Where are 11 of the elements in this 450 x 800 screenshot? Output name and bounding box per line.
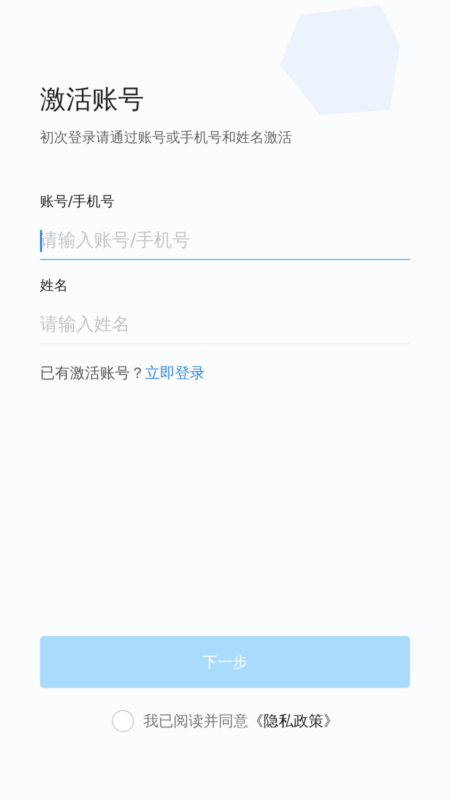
privacy-policy-link[interactable]: 《隐私政策》 <box>248 710 338 732</box>
page-title: 激活账号 <box>40 84 145 116</box>
field-label: 姓名 <box>40 277 69 296</box>
login-link[interactable]: 立即登录 <box>145 362 205 384</box>
login-prompt: 已有激活账号？ <box>40 363 145 384</box>
text-cursor <box>40 230 42 252</box>
field-label: 账号/手机号 <box>40 193 116 212</box>
agreement-checkbox[interactable] <box>112 710 134 732</box>
input-field[interactable]: 请输入账号/手机号 <box>40 222 410 260</box>
subtitle: 初次登录请通过账号或手机号和姓名激活 <box>40 129 293 148</box>
agreement-text: 我已阅读并同意 <box>144 711 248 732</box>
